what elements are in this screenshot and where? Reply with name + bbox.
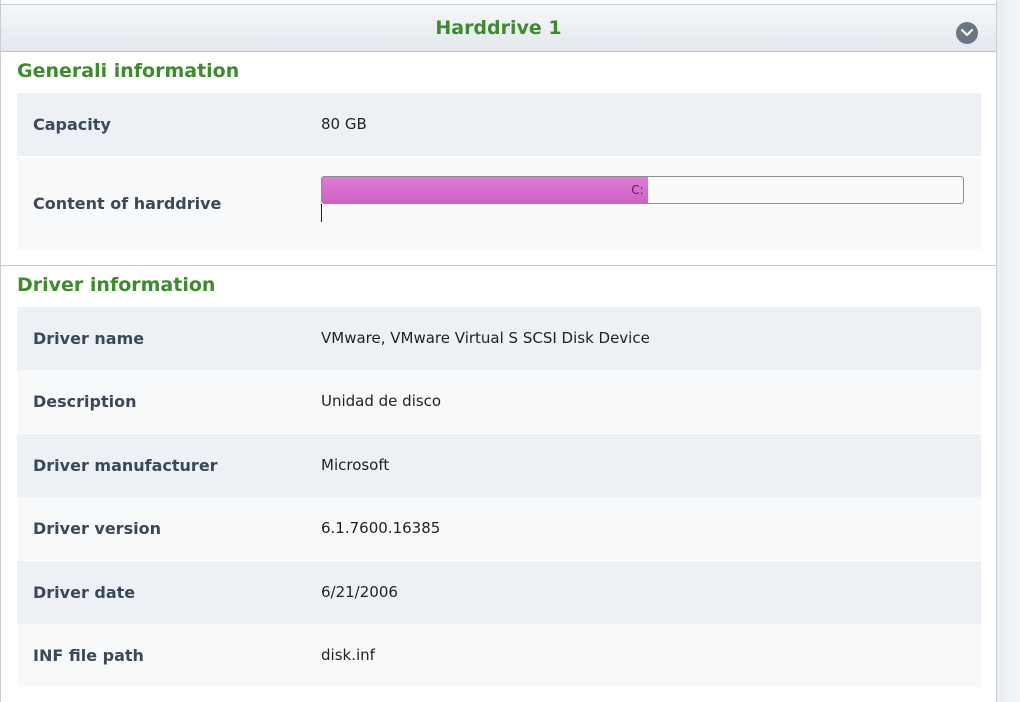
driver-manufacturer-label: Driver manufacturer bbox=[33, 456, 218, 475]
driver-version-value: 6.1.7600.16385 bbox=[321, 519, 441, 537]
content-row: Content of harddrive C: bbox=[17, 158, 981, 250]
capacity-label: Capacity bbox=[33, 115, 111, 134]
right-rail bbox=[997, 0, 1020, 702]
chevron-down-icon[interactable] bbox=[956, 22, 978, 44]
driver-name-value: VMware, VMware Virtual S SCSI Disk Devic… bbox=[321, 329, 650, 347]
driver-version-label: Driver version bbox=[33, 519, 161, 538]
driver-manufacturer-row: Driver manufacturer Microsoft bbox=[17, 434, 981, 497]
driver-date-label: Driver date bbox=[33, 583, 136, 602]
panel-header[interactable]: Harddrive 1 bbox=[1, 4, 996, 52]
inf-file-path-row: INF file path disk.inf bbox=[17, 624, 981, 687]
description-value: Unidad de disco bbox=[321, 392, 442, 410]
inf-file-path-value: disk.inf bbox=[321, 646, 375, 664]
driver-info-heading: Driver information bbox=[17, 274, 216, 296]
inf-file-path-label: INF file path bbox=[33, 646, 144, 665]
partition-c-label: C: bbox=[631, 183, 644, 197]
driver-name-row: Driver name VMware, VMware Virtual S SCS… bbox=[17, 307, 981, 370]
text-cursor bbox=[321, 204, 322, 222]
section-divider bbox=[1, 265, 996, 266]
driver-name-label: Driver name bbox=[33, 329, 145, 348]
description-row: Description Unidad de disco bbox=[17, 370, 981, 433]
content-label: Content of harddrive bbox=[33, 194, 222, 213]
driver-date-row: Driver date 6/21/2006 bbox=[17, 561, 981, 624]
harddrive-panel: Harddrive 1 Generali information Capacit… bbox=[0, 0, 997, 702]
capacity-value: 80 GB bbox=[321, 115, 367, 133]
panel-title: Harddrive 1 bbox=[435, 17, 562, 39]
driver-date-value: 6/21/2006 bbox=[321, 583, 398, 601]
description-label: Description bbox=[33, 392, 137, 411]
partition-c-segment[interactable]: C: bbox=[322, 177, 648, 203]
disk-usage-bar[interactable]: C: bbox=[321, 176, 964, 204]
driver-manufacturer-value: Microsoft bbox=[321, 456, 390, 474]
general-info-heading: Generali information bbox=[17, 60, 240, 82]
capacity-row: Capacity 80 GB bbox=[17, 93, 981, 156]
driver-version-row: Driver version 6.1.7600.16385 bbox=[17, 497, 981, 560]
